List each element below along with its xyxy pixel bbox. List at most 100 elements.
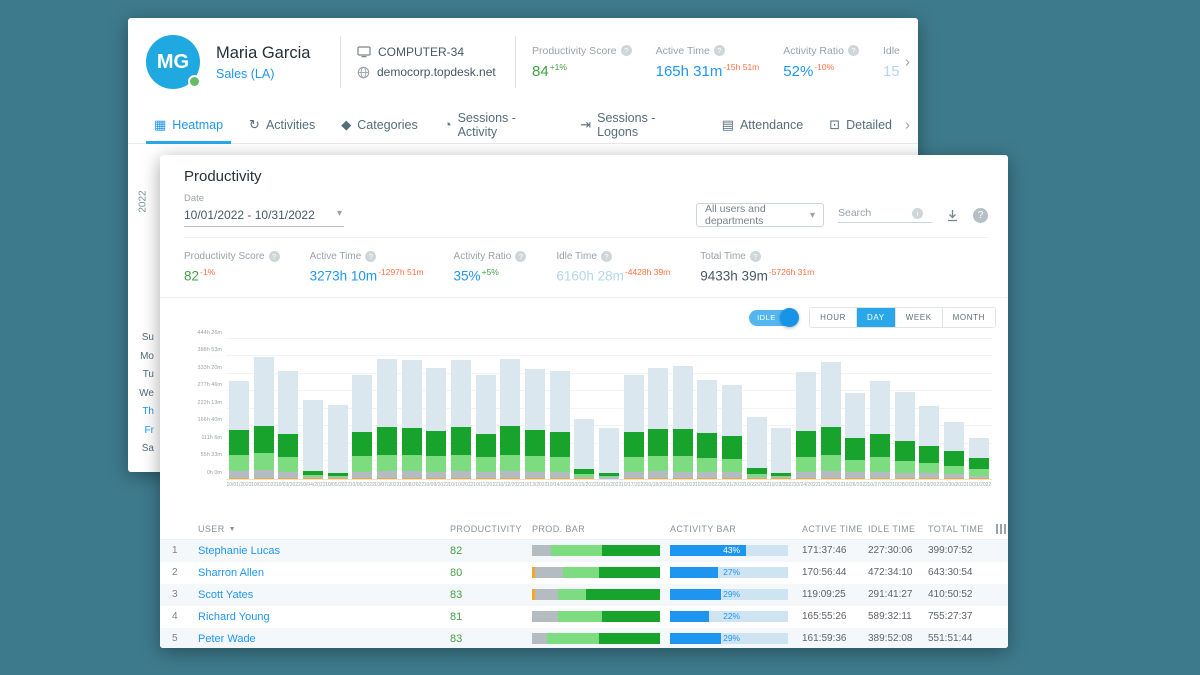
stat-help-icon[interactable]: ?	[750, 251, 761, 262]
user-link[interactable]: Sharron Allen	[198, 567, 450, 579]
x-axis-date-label: 10/05/2022	[325, 482, 350, 488]
column-header-idle-time[interactable]: IDLE TIME	[868, 524, 928, 534]
download-icon[interactable]	[946, 209, 959, 222]
chart-bar[interactable]: 10/24/2022	[796, 372, 816, 478]
bar-segment-productive	[550, 432, 570, 457]
user-link[interactable]: Scott Yates	[198, 589, 450, 601]
tab-heatmap[interactable]: ▦Heatmap	[154, 106, 223, 143]
stat-help-icon[interactable]: ?	[269, 251, 280, 262]
chart-bar[interactable]: 10/05/2022	[328, 405, 348, 479]
stat-help-icon[interactable]: ?	[515, 251, 526, 262]
prod-bar-segment-green	[586, 589, 660, 600]
chart-bar[interactable]: 10/20/2022	[697, 380, 717, 479]
column-header-activity-bar[interactable]: ACTIVITY BAR	[670, 524, 802, 534]
column-header-prod-bar[interactable]: PROD. BAR	[532, 524, 670, 534]
x-axis-date-label: 10/24/2022	[794, 482, 819, 488]
tabs-scroll-right-icon[interactable]: ›	[905, 116, 910, 133]
bar-segment-other	[796, 478, 816, 479]
bar-segment-other	[845, 478, 865, 479]
bar-segment-other	[254, 478, 274, 479]
chart-bar[interactable]: 10/28/2022	[895, 392, 915, 479]
chart-bar[interactable]: 10/10/2022	[451, 360, 471, 478]
tab-label: Categories	[357, 118, 417, 132]
period-button-hour[interactable]: HOUR	[810, 308, 856, 327]
user-link[interactable]: Richard Young	[198, 611, 450, 623]
stat-help-icon[interactable]: ?	[848, 45, 859, 56]
user-department-link[interactable]: Sales (LA)	[216, 67, 324, 81]
x-axis-date-label: 10/16/2022	[596, 482, 621, 488]
chart-bar[interactable]: 10/11/2022	[476, 375, 496, 479]
row-rank: 4	[172, 611, 198, 622]
date-range-picker[interactable]: Date 10/01/2022 - 10/31/2022 ▾	[184, 193, 354, 227]
x-axis-date-label: 10/23/2022	[769, 482, 794, 488]
period-button-day[interactable]: DAY	[856, 308, 895, 327]
column-header-total-time[interactable]: TOTAL TIME	[928, 524, 996, 534]
stat-help-icon[interactable]: ?	[714, 45, 725, 56]
chart-bar[interactable]: 10/13/2022	[525, 369, 545, 479]
stat-value-number: 165h 31m	[656, 63, 723, 80]
user-link[interactable]: Peter Wade	[198, 633, 450, 645]
divider	[515, 36, 516, 88]
tab-detailed[interactable]: ⊡Detailed	[829, 106, 892, 143]
bar-segment-productive	[697, 433, 717, 458]
productivity-report-window: Productivity Date 10/01/2022 - 10/31/202…	[160, 155, 1008, 648]
period-button-month[interactable]: MONTH	[942, 308, 995, 327]
chart-bar[interactable]: 10/09/2022	[426, 368, 446, 479]
chart-bar[interactable]: 10/01/2022	[229, 381, 249, 479]
help-icon[interactable]: ?	[973, 208, 988, 223]
chart-bar[interactable]: 10/21/2022	[722, 385, 742, 479]
chart-bar[interactable]: 10/07/2022	[377, 359, 397, 478]
computer-icon	[357, 46, 371, 58]
column-header-active-time[interactable]: ACTIVE TIME	[802, 524, 868, 534]
chart-bar[interactable]: 10/15/2022	[574, 419, 594, 479]
bar-segment-passive	[402, 455, 422, 471]
tab-activities[interactable]: ↻Activities	[249, 106, 315, 143]
tab-categories[interactable]: ◆Categories	[341, 106, 417, 143]
chart-bar[interactable]: 10/04/2022	[303, 400, 323, 479]
chart-bar[interactable]: 10/27/2022	[870, 381, 890, 479]
stat-delta: +5%	[482, 267, 499, 277]
search-input[interactable]	[838, 207, 908, 219]
chart-bar[interactable]: 10/03/2022	[278, 371, 298, 478]
prod-bar-segment-gray	[535, 589, 558, 600]
tab-sessions-logons[interactable]: ⇥Sessions - Logons	[580, 106, 695, 143]
total-time-cell: 643:30:54	[928, 567, 996, 578]
chart-bar[interactable]: 10/06/2022	[352, 375, 372, 479]
chart-bar[interactable]: 10/29/2022	[919, 406, 939, 478]
chart-bar[interactable]: 10/22/2022	[747, 417, 767, 478]
prod-bar-segment-gray	[532, 633, 547, 644]
stat-help-icon[interactable]: ?	[601, 251, 612, 262]
stat-idle-time: Idle Time?152h 59m+4	[883, 45, 900, 80]
stat-value: 152h 59m+4	[883, 62, 900, 80]
column-header-productivity[interactable]: PRODUCTIVITY	[450, 524, 532, 534]
chart-bar[interactable]: 10/31/2022	[969, 438, 989, 479]
search-info-icon[interactable]: i	[912, 208, 923, 219]
prod-bar-cell	[532, 633, 670, 644]
period-button-week[interactable]: WEEK	[895, 308, 942, 327]
column-header-user[interactable]: USER▼	[198, 524, 450, 534]
stat-productivity-score: Productivity Score?84+1%	[532, 45, 632, 80]
tab-attendance[interactable]: ▤Attendance	[722, 106, 804, 143]
chart-bar[interactable]: 10/16/2022	[599, 428, 619, 479]
chart-bar[interactable]: 10/12/2022	[500, 359, 520, 478]
stats-scroll-right-icon[interactable]: ›	[905, 54, 910, 71]
stat-help-icon[interactable]: ?	[365, 251, 376, 262]
user-link[interactable]: Stephanie Lucas	[198, 545, 450, 557]
stat-help-icon[interactable]: ?	[621, 45, 632, 56]
chart-bar[interactable]: 10/14/2022	[550, 371, 570, 478]
chart-bar[interactable]: 10/30/2022	[944, 422, 964, 479]
chart-bar[interactable]: 10/08/2022	[402, 360, 422, 478]
chart-bar[interactable]: 10/19/2022	[673, 366, 693, 478]
chart-bar[interactable]: 10/25/2022	[821, 362, 841, 479]
bar-segment-other	[624, 478, 644, 479]
chart-bar[interactable]: 10/17/2022	[624, 375, 644, 479]
stat-value: 3273h 10m-1297h 51m	[310, 267, 424, 284]
chart-bar[interactable]: 10/02/2022	[254, 357, 274, 478]
chart-bar[interactable]: 10/18/2022	[648, 368, 668, 479]
idle-toggle[interactable]: IDLE	[749, 310, 797, 326]
column-settings-icon[interactable]	[996, 524, 1008, 534]
chart-bar[interactable]: 10/26/2022	[845, 393, 865, 479]
tab-sessions-activity[interactable]: ◔Sessions - Activity	[444, 106, 554, 143]
chart-bar[interactable]: 10/23/2022	[771, 428, 791, 479]
users-filter-select[interactable]: All users and departments ▾	[696, 203, 824, 227]
